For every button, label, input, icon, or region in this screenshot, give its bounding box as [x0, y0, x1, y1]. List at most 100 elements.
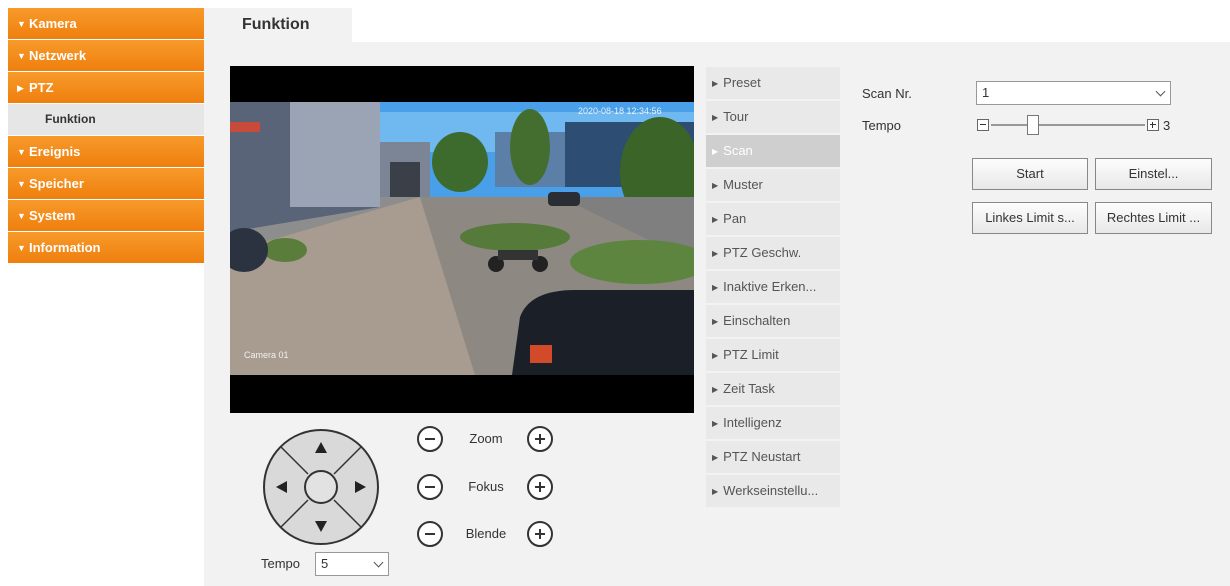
menu-item-label: Intelligenz: [723, 415, 782, 430]
chevron-right-icon: ▶: [712, 181, 719, 190]
menu-item-ptz-speed[interactable]: ▶ PTZ Geschw.: [706, 237, 840, 269]
chevron-right-icon: ▶: [712, 283, 719, 292]
menu-item-intelligence[interactable]: ▶ Intelligenz: [706, 407, 840, 439]
menu-item-ptz-limit[interactable]: ▶ PTZ Limit: [706, 339, 840, 371]
sidebar-item-label: Information: [29, 240, 101, 255]
chevron-down-icon: [373, 557, 384, 568]
chevron-right-icon: ▶: [712, 419, 719, 428]
scan-number-label: Scan Nr.: [862, 86, 912, 101]
chevron-right-icon: ▶: [712, 113, 719, 122]
chevron-right-icon: ▶: [712, 79, 719, 88]
iris-label: Blende: [465, 526, 507, 541]
scan-speed-value: 3: [1163, 118, 1171, 133]
sidebar-item-label: PTZ: [29, 80, 54, 95]
pad-center-button[interactable]: [304, 470, 338, 504]
camera-scene-image: [230, 102, 694, 375]
scan-number-select[interactable]: 1: [976, 81, 1171, 105]
menu-item-scan[interactable]: ▶ Scan: [706, 135, 840, 167]
chevron-right-icon: ▶: [17, 83, 24, 93]
zoom-out-button[interactable]: [417, 426, 443, 452]
zoom-in-button[interactable]: [527, 426, 553, 452]
chevron-right-icon: ▶: [712, 317, 719, 326]
sidebar-item-kamera[interactable]: ▼ Kamera: [8, 8, 204, 39]
settings-button[interactable]: Einstel...: [1095, 158, 1212, 190]
sidebar-item-label: Speicher: [29, 176, 84, 191]
sidebar-item-label: Kamera: [29, 16, 77, 31]
sidebar-subitem-funktion[interactable]: Funktion: [8, 104, 204, 135]
osd-timestamp: 2020-08-18 12:34:56: [578, 106, 662, 116]
menu-item-factory-default[interactable]: ▶ Werkseinstellu...: [706, 475, 840, 507]
sidebar-item-label: Ereignis: [29, 144, 81, 159]
scan-speed-label: Tempo: [862, 118, 902, 133]
menu-item-label: Scan: [723, 143, 753, 158]
zoom-label: Zoom: [469, 431, 503, 446]
menu-item-label: Zeit Task: [723, 381, 775, 396]
sidebar-item-information[interactable]: ▼ Information: [8, 232, 204, 263]
chevron-right-icon: ▶: [712, 215, 719, 224]
chevron-down-icon: ▼: [17, 147, 26, 157]
sidebar-item-speicher[interactable]: ▼ Speicher: [8, 168, 204, 199]
menu-item-label: Einschalten: [723, 313, 791, 328]
ptz-direction-pad: [263, 429, 379, 545]
menu-item-label: Pan: [723, 211, 747, 226]
iris-control: Blende: [417, 521, 557, 549]
chevron-down-icon: ▼: [17, 211, 26, 221]
chevron-right-icon: ▶: [712, 487, 719, 496]
speed-slider-thumb[interactable]: [1026, 115, 1039, 135]
right-limit-button[interactable]: Rechtes Limit ...: [1095, 202, 1212, 234]
focus-plus-button[interactable]: [527, 474, 553, 500]
menu-item-ptz-restart[interactable]: ▶ PTZ Neustart: [706, 441, 840, 473]
left-limit-button[interactable]: Linkes Limit s...: [972, 202, 1088, 234]
chevron-right-icon: ▶: [712, 385, 719, 394]
start-button[interactable]: Start: [972, 158, 1088, 190]
iris-minus-button[interactable]: [417, 521, 443, 547]
function-menu: ▶ Preset ▶ Tour ▶ Scan ▶ Muster ▶ Pan ▶ PTZ Ge…: [706, 67, 840, 509]
osd-camera-name: Camera 01: [244, 350, 289, 360]
zoom-control: Zoom: [417, 426, 557, 454]
sidebar-item-netzwerk[interactable]: ▼ Netzwerk: [8, 40, 204, 71]
focus-control: Fokus: [417, 474, 557, 502]
menu-item-label: Werkseinstellu...: [723, 483, 819, 498]
menu-item-time-task[interactable]: ▶ Zeit Task: [706, 373, 840, 405]
tab-funktion[interactable]: Funktion: [204, 8, 352, 42]
ptz-speed-label: Tempo: [261, 556, 301, 571]
menu-item-power-up[interactable]: ▶ Einschalten: [706, 305, 840, 337]
sidebar-item-label: System: [29, 208, 76, 223]
chevron-right-icon: ▶: [712, 453, 719, 462]
chevron-right-icon: ▶: [712, 351, 719, 360]
chevron-down-icon: [1155, 86, 1166, 97]
menu-item-label: Inaktive Erken...: [723, 279, 817, 294]
chevron-right-icon: ▶: [712, 147, 719, 156]
live-video-view[interactable]: 2020-08-18 12:34:56 Camera 01: [230, 66, 694, 413]
scan-number-value: 1: [982, 85, 990, 100]
chevron-down-icon: ▼: [17, 243, 26, 253]
focus-minus-button[interactable]: [417, 474, 443, 500]
menu-item-label: Muster: [723, 177, 763, 192]
speed-slider-track[interactable]: [991, 124, 1145, 126]
sidebar-item-ereignis[interactable]: ▼ Ereignis: [8, 136, 204, 167]
menu-item-idle-motion[interactable]: ▶ Inaktive Erken...: [706, 271, 840, 303]
menu-item-tour[interactable]: ▶ Tour: [706, 101, 840, 133]
ptz-speed-value: 5: [321, 556, 329, 571]
speed-increase-button[interactable]: [1147, 119, 1159, 131]
sidebar-item-label: Netzwerk: [29, 48, 87, 63]
chevron-down-icon: ▼: [17, 51, 26, 61]
menu-item-label: PTZ Limit: [723, 347, 779, 362]
speed-decrease-button[interactable]: [977, 119, 989, 131]
menu-item-label: Tour: [723, 109, 749, 124]
ptz-speed-select[interactable]: 5: [315, 552, 389, 576]
menu-item-muster[interactable]: ▶ Muster: [706, 169, 840, 201]
chevron-down-icon: ▼: [17, 19, 26, 29]
sidebar: ▼ Kamera ▼ Netzwerk ▶ PTZ Funktion ▼ Ereigni…: [8, 8, 204, 264]
sidebar-item-label: Funktion: [45, 112, 96, 126]
menu-item-preset[interactable]: ▶ Preset: [706, 67, 840, 99]
chevron-right-icon: ▶: [712, 249, 719, 258]
focus-label: Fokus: [468, 479, 504, 494]
sidebar-item-system[interactable]: ▼ System: [8, 200, 204, 231]
chevron-down-icon: ▼: [17, 179, 26, 189]
menu-item-label: Preset: [723, 75, 761, 90]
menu-item-label: PTZ Geschw.: [723, 245, 802, 260]
menu-item-pan[interactable]: ▶ Pan: [706, 203, 840, 235]
sidebar-item-ptz[interactable]: ▶ PTZ: [8, 72, 204, 103]
iris-plus-button[interactable]: [527, 521, 553, 547]
